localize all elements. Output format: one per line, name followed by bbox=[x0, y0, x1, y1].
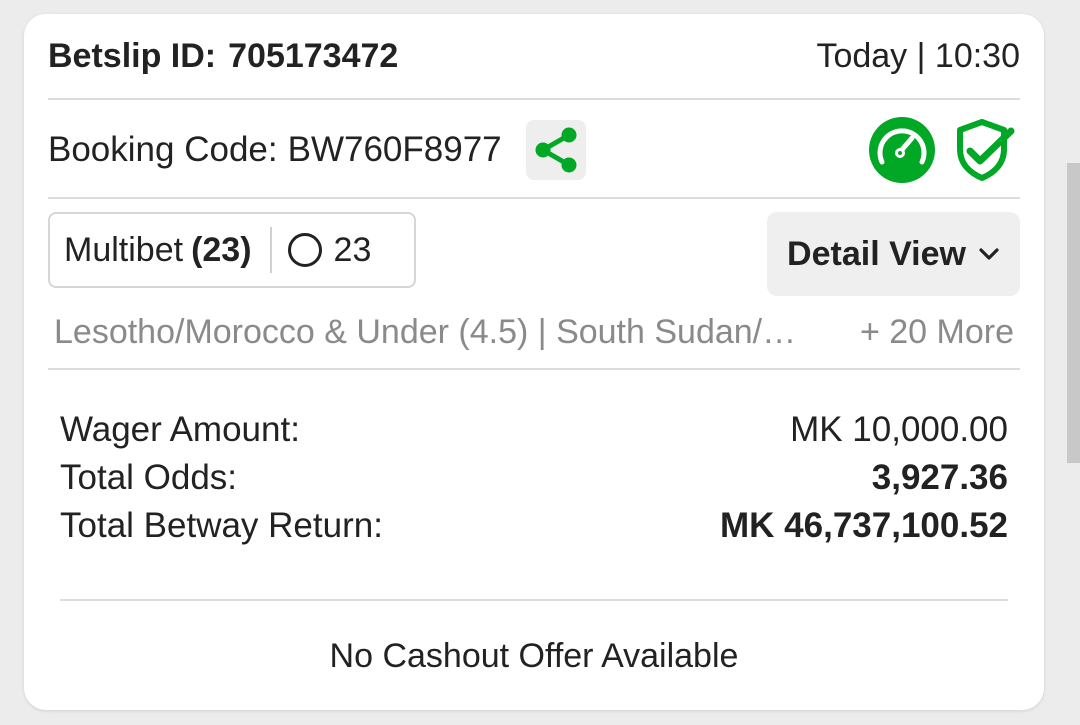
more-selections-link[interactable]: + 20 More bbox=[860, 313, 1014, 352]
shield-check-icon bbox=[957, 119, 1015, 181]
bet-type-count: (23) bbox=[191, 230, 252, 269]
betslip-id-label: Betslip ID: bbox=[48, 36, 217, 75]
speedometer-icon bbox=[869, 117, 935, 183]
share-icon bbox=[535, 127, 577, 173]
detail-view-label: Detail View bbox=[787, 234, 966, 273]
selection-count: 23 bbox=[333, 230, 372, 269]
booking-code-label: Booking Code: bbox=[48, 130, 278, 169]
selections-text: Lesotho/Morocco & Under (4.5) | South Su… bbox=[54, 312, 797, 351]
chevron-down-icon bbox=[978, 247, 1000, 261]
header-divider bbox=[48, 98, 1020, 100]
booking-code: Booking Code: BW760F8977 bbox=[48, 130, 502, 170]
return-value: MK 46,737,100.52 bbox=[720, 506, 1008, 545]
wager-label: Wager Amount: bbox=[60, 410, 300, 449]
status-icons bbox=[868, 116, 1016, 184]
bet-datetime: Today | 10:30 bbox=[816, 36, 1020, 75]
odds-value: 3,927.36 bbox=[871, 458, 1008, 497]
share-button[interactable] bbox=[525, 120, 586, 180]
betslip-id-value: 705173472 bbox=[228, 36, 399, 75]
scrollbar[interactable] bbox=[1067, 163, 1080, 463]
wager-row: Wager Amount: MK 10,000.00 bbox=[60, 406, 1008, 454]
bet-type-summary: Multibet (23) 23 bbox=[48, 212, 416, 288]
bet-type-label: Multibet bbox=[64, 230, 184, 269]
betslip-header: Betslip ID: 705173472 Today | 10:30 bbox=[48, 30, 1020, 82]
bet-type-separator bbox=[269, 227, 272, 273]
betslip-id: Betslip ID: 705173472 bbox=[48, 37, 398, 76]
booking-code-value: BW760F8977 bbox=[287, 130, 502, 169]
circle-icon bbox=[287, 233, 322, 267]
detail-view-button[interactable]: Detail View bbox=[767, 212, 1020, 296]
return-label: Total Betway Return: bbox=[60, 506, 383, 545]
bet-type: Multibet (23) bbox=[64, 231, 252, 270]
odds-label: Total Odds: bbox=[60, 458, 238, 497]
summary-divider bbox=[60, 599, 1008, 601]
booking-divider bbox=[48, 197, 1020, 199]
selections-summary: Lesotho/Morocco & Under (4.5) | South Su… bbox=[54, 308, 1014, 356]
cashout-status: No Cashout Offer Available bbox=[329, 636, 739, 675]
return-row: Total Betway Return: MK 46,737,100.52 bbox=[60, 502, 1008, 550]
odds-row: Total Odds: 3,927.36 bbox=[60, 454, 1008, 502]
selections-divider bbox=[48, 368, 1020, 370]
booking-row: Booking Code: BW760F8977 bbox=[48, 116, 1020, 184]
wager-value: MK 10,000.00 bbox=[790, 410, 1008, 449]
